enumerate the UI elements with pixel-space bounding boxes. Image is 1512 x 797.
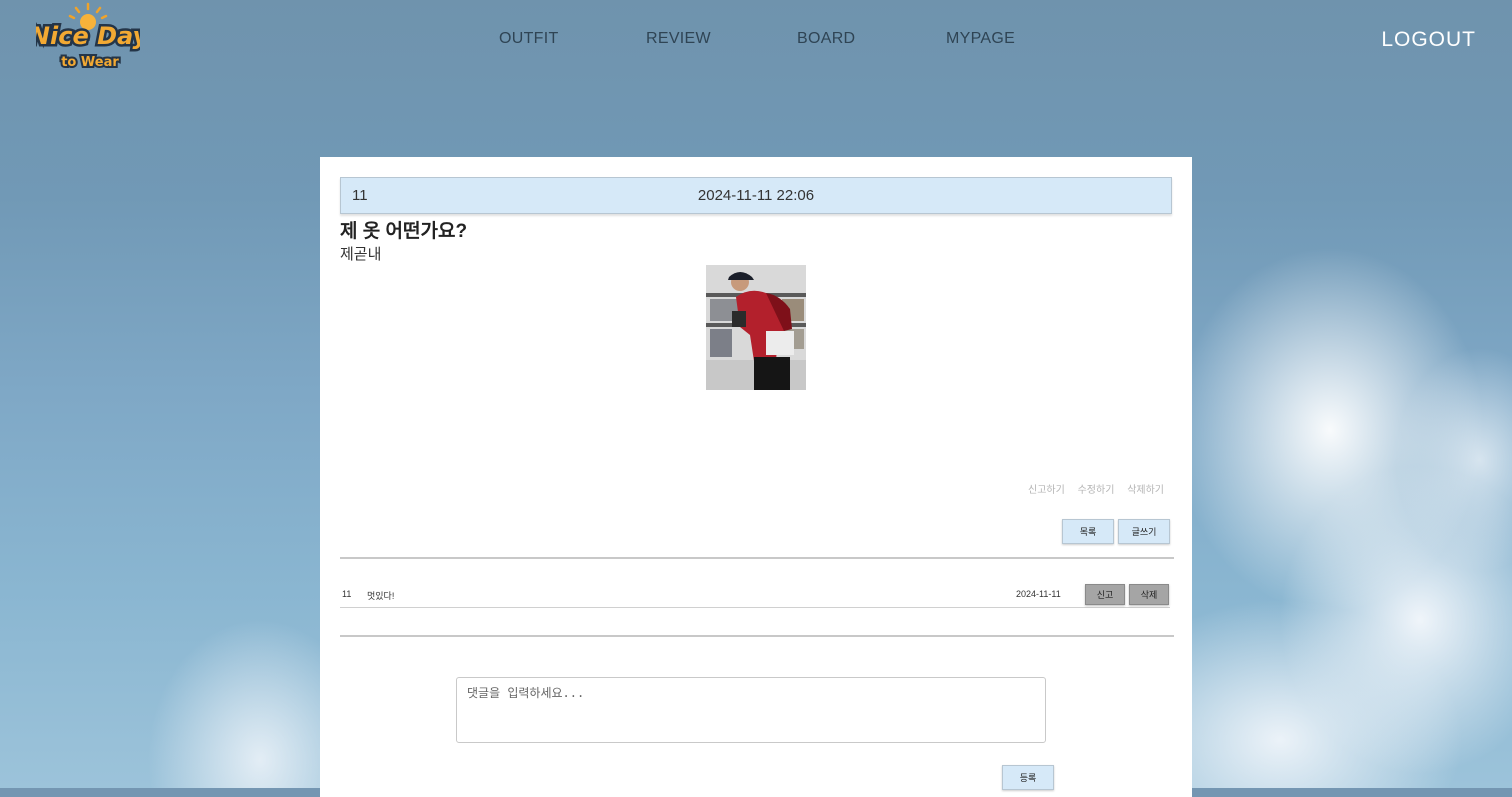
- comment-date: 2024-11-11: [1016, 589, 1061, 599]
- nav-review[interactable]: REVIEW: [646, 30, 711, 48]
- comment-text: 멋있다!: [367, 591, 395, 601]
- post-header-bar: 11 2024-11-11 22:06: [340, 177, 1172, 214]
- svg-text:to Wear: to Wear: [61, 55, 119, 70]
- comment-row: 11 멋있다! 2024-11-11 신고 삭제: [340, 584, 1170, 608]
- post-actions: 신고하기 수정하기 삭제하기: [1018, 481, 1164, 496]
- delete-comment-button[interactable]: 삭제: [1129, 584, 1169, 605]
- edit-post-link[interactable]: 수정하기: [1078, 485, 1115, 496]
- nav-mypage[interactable]: MYPAGE: [946, 30, 1015, 48]
- nav-board[interactable]: BOARD: [797, 30, 855, 48]
- nav-outfit[interactable]: OUTFIT: [499, 30, 559, 48]
- divider: [340, 635, 1174, 637]
- post-photo: [706, 265, 806, 390]
- delete-post-link[interactable]: 삭제하기: [1127, 485, 1164, 496]
- list-button[interactable]: 목록: [1062, 519, 1114, 544]
- report-post-link[interactable]: 신고하기: [1028, 485, 1065, 496]
- report-comment-button[interactable]: 신고: [1085, 584, 1125, 605]
- submit-comment-button[interactable]: 등록: [1002, 765, 1054, 790]
- post-author: 제곧내: [340, 246, 382, 263]
- main-nav: OUTFIT REVIEW BOARD MYPAGE: [0, 30, 1512, 50]
- logout-link[interactable]: LOGOUT: [1381, 28, 1476, 52]
- comment-input[interactable]: [456, 677, 1046, 743]
- write-button[interactable]: 글쓰기: [1118, 519, 1170, 544]
- divider: [340, 557, 1174, 559]
- comment-number: 11: [342, 589, 352, 599]
- post-title: 제 옷 어떤가요?: [340, 221, 468, 242]
- post-panel: 11 2024-11-11 22:06 제 옷 어떤가요? 제곧내 신고하기 수…: [320, 157, 1192, 797]
- post-datetime: 2024-11-11 22:06: [697, 187, 815, 204]
